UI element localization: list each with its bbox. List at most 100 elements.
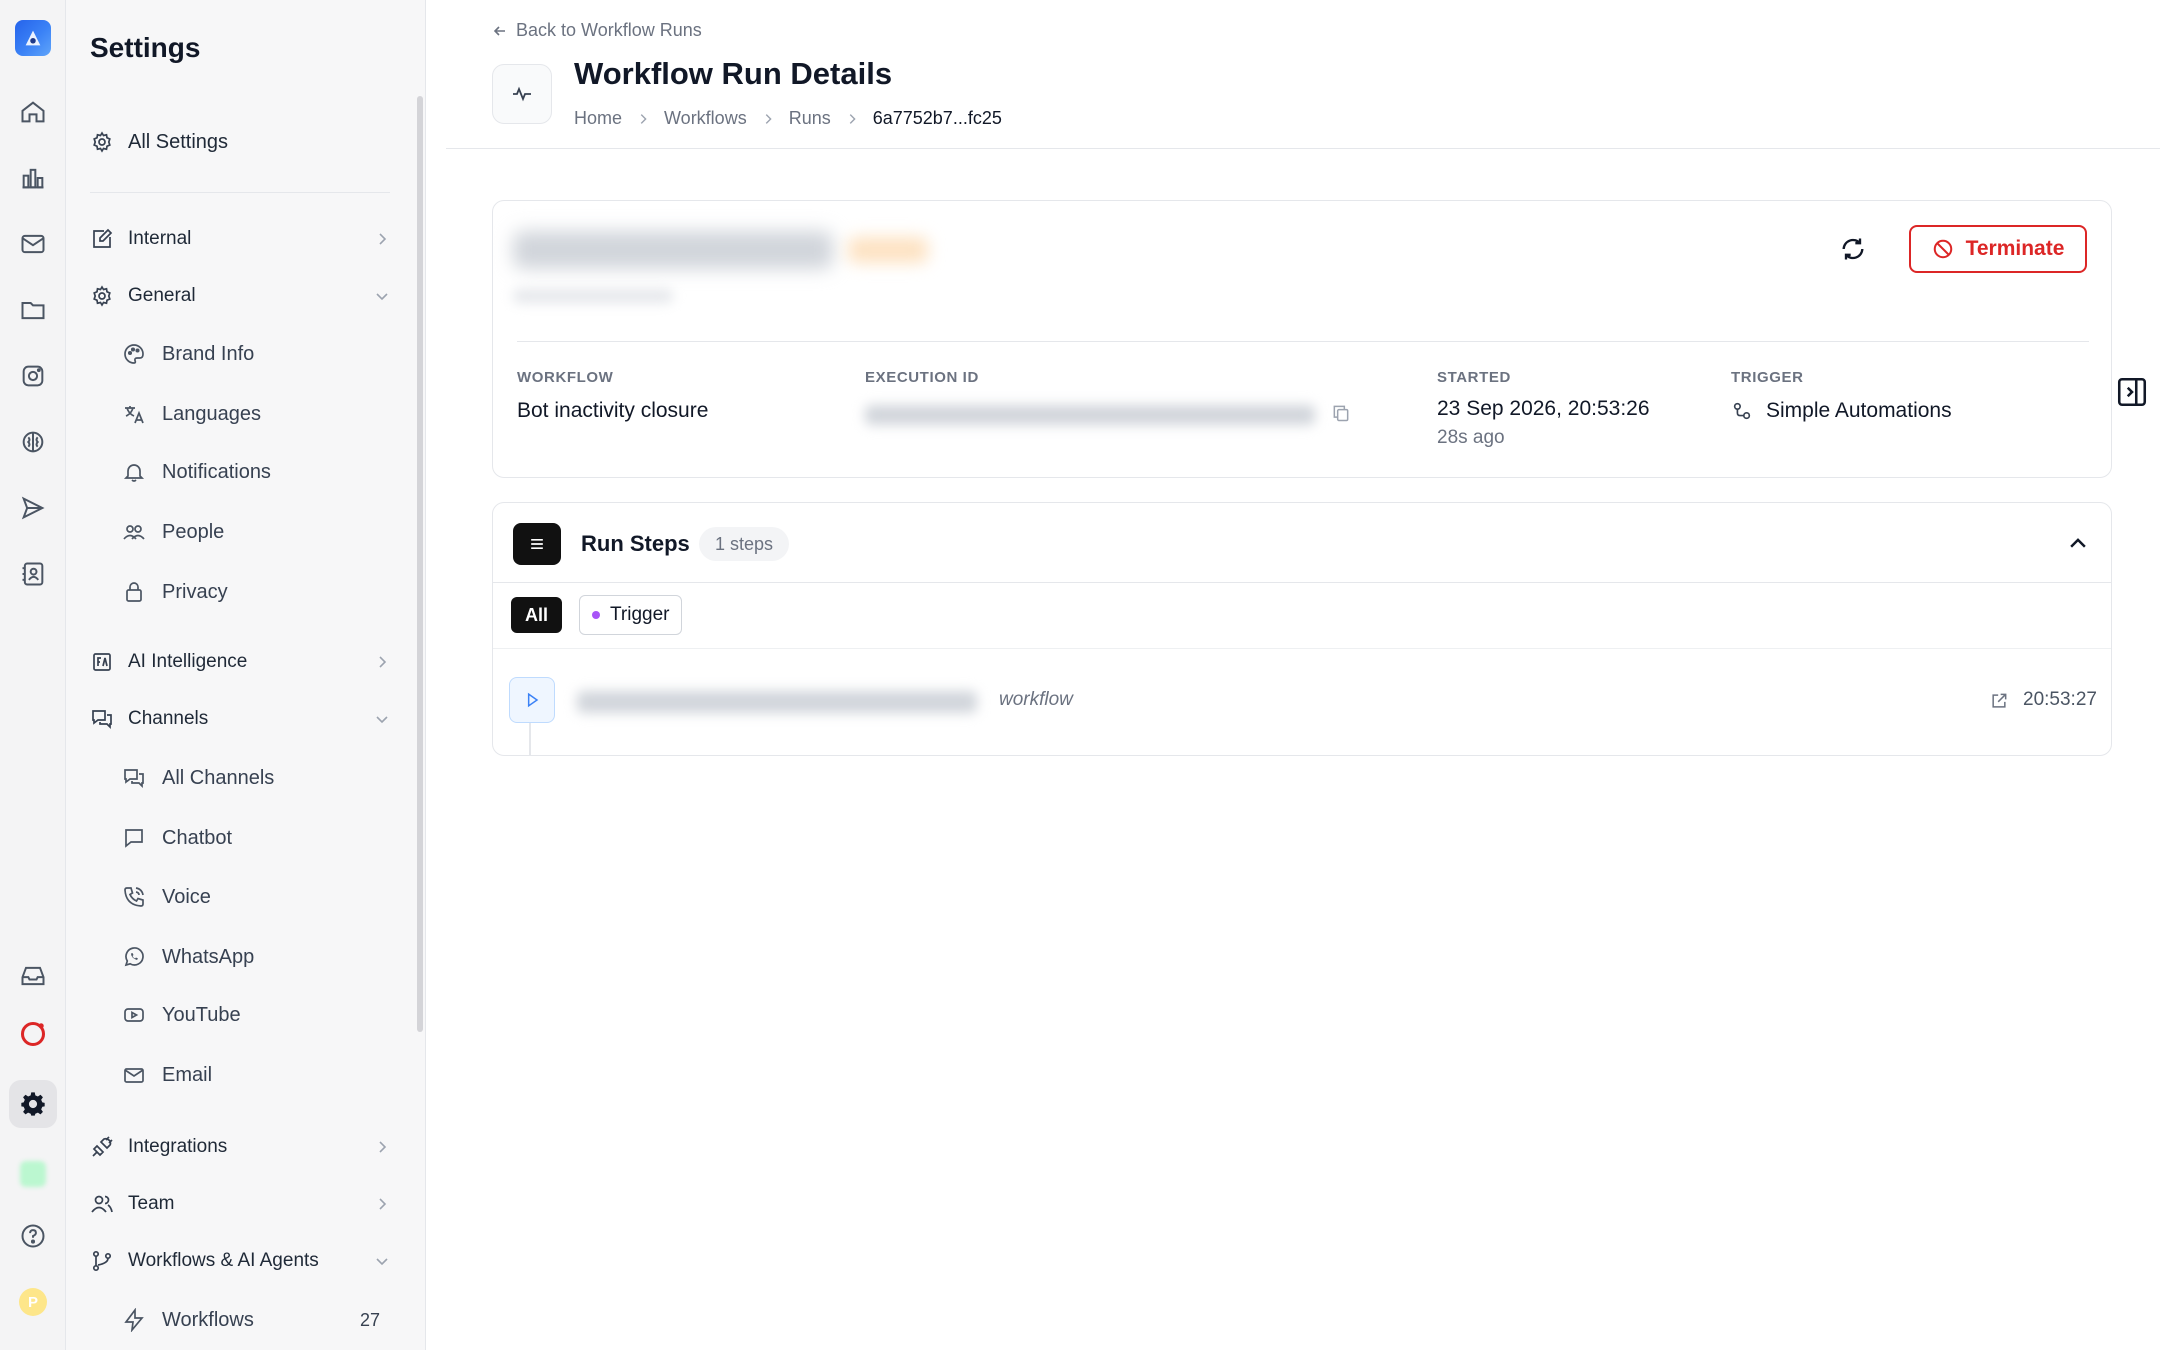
step-kind: workflow xyxy=(999,689,1073,710)
help-icon[interactable] xyxy=(9,1212,57,1260)
terminate-button[interactable]: Terminate xyxy=(1909,225,2087,273)
sidebar-item-notifications[interactable]: Notifications xyxy=(122,460,400,484)
chevron-right-icon xyxy=(374,231,390,247)
chevron-right-icon xyxy=(374,1196,390,1212)
translate-icon xyxy=(122,402,146,426)
tray-icon[interactable] xyxy=(9,952,57,1000)
bell-icon xyxy=(122,460,146,484)
timeline-connector xyxy=(529,723,531,755)
workflows-count-badge: 27 xyxy=(359,1309,380,1330)
brain-icon[interactable] xyxy=(9,418,57,466)
sidebar-item-all-channels[interactable]: All Channels xyxy=(122,766,400,790)
play-icon xyxy=(509,677,555,723)
sidebar-section-channels[interactable]: Channels xyxy=(90,707,400,731)
execution-id-redacted xyxy=(865,405,1315,425)
run-subtitle-redacted xyxy=(513,289,673,303)
sidebar-item-label: All Channels xyxy=(162,766,275,789)
sidebar-item-label: Languages xyxy=(162,402,261,425)
back-link-label: Back to Workflow Runs xyxy=(516,20,702,40)
breadcrumb: Home Workflows Runs 6a7752b7...fc25 xyxy=(574,108,1002,129)
step-filter-bar: All Trigger xyxy=(493,583,2111,649)
settings-gear-icon[interactable] xyxy=(9,1080,57,1128)
back-link[interactable]: Back to Workflow Runs xyxy=(492,20,702,41)
filter-chip-label: Trigger xyxy=(610,604,670,625)
contacts-icon[interactable] xyxy=(9,550,57,598)
step-name-redacted xyxy=(577,691,977,713)
sidebar-section-ai-intelligence[interactable]: AI Intelligence xyxy=(90,650,400,674)
workflow-value: Bot inactivity closure xyxy=(517,399,709,422)
page-title: Workflow Run Details xyxy=(574,56,893,91)
sidebar-section-workflows-ai-agents[interactable]: Workflows & AI Agents xyxy=(90,1249,400,1273)
user-avatar[interactable]: P xyxy=(9,1278,57,1326)
sidebar-item-privacy[interactable]: Privacy xyxy=(122,580,400,604)
sidebar-item-workflows[interactable]: Workflows 27 xyxy=(122,1308,400,1332)
run-steps-card: Run Steps 1 steps All Trigger workflow 2… xyxy=(492,502,2112,756)
refresh-icon xyxy=(1842,238,1864,260)
step-row[interactable]: workflow 20:53:27 xyxy=(493,649,2111,755)
terminate-button-label: Terminate xyxy=(1965,237,2065,260)
instagram-icon[interactable] xyxy=(9,352,57,400)
sidebar-section-label: Team xyxy=(128,1193,175,1214)
filter-chip-all[interactable]: All xyxy=(511,597,563,633)
sidebar-item-youtube[interactable]: YouTube xyxy=(122,1003,400,1027)
activity-icon xyxy=(492,64,552,124)
status-ring-icon[interactable] xyxy=(9,1010,57,1058)
trigger-label: TRIGGER xyxy=(1731,369,1804,386)
sidebar-section-label: General xyxy=(128,285,196,306)
analytics-icon[interactable] xyxy=(9,154,57,202)
run-status-badge-redacted xyxy=(848,237,928,263)
run-steps-header[interactable]: Run Steps 1 steps xyxy=(493,503,2111,583)
sidebar-item-all-settings[interactable]: All Settings xyxy=(90,130,400,154)
inbox-mail-icon[interactable] xyxy=(9,220,57,268)
sidebar-item-label: Privacy xyxy=(162,580,228,603)
sidebar-item-email[interactable]: Email xyxy=(122,1063,400,1087)
sidebar-divider xyxy=(90,192,390,193)
step-time: 20:53:27 xyxy=(2023,689,2097,710)
main-content: Back to Workflow Runs Workflow Run Detai… xyxy=(426,0,2160,1350)
copy-icon[interactable] xyxy=(1331,403,1351,423)
ai-chip-icon xyxy=(90,650,114,674)
meta-divider xyxy=(517,341,2089,342)
home-icon[interactable] xyxy=(9,88,57,136)
workspace-avatar[interactable] xyxy=(9,1150,57,1198)
trigger-dot xyxy=(592,611,600,619)
people-icon xyxy=(122,520,146,544)
sidebar-item-label: People xyxy=(162,520,225,543)
sidebar-section-internal[interactable]: Internal xyxy=(90,227,400,251)
breadcrumb-home[interactable]: Home xyxy=(574,108,622,129)
external-link-icon[interactable] xyxy=(1989,691,2009,711)
sidebar-item-label: All Settings xyxy=(128,130,229,153)
sidebar-section-integrations[interactable]: Integrations xyxy=(90,1135,400,1159)
palette-icon xyxy=(122,342,146,366)
refresh-button[interactable] xyxy=(1835,231,1871,267)
sidebar-section-label: AI Intelligence xyxy=(128,651,248,672)
sidebar-item-whatsapp[interactable]: WhatsApp xyxy=(122,945,400,969)
sidebar-item-languages[interactable]: Languages xyxy=(122,402,400,426)
sidebar-section-label: Channels xyxy=(128,708,209,729)
run-title-redacted xyxy=(513,231,833,269)
side-panel-toggle-icon[interactable] xyxy=(2115,375,2149,409)
breadcrumb-workflows[interactable]: Workflows xyxy=(664,108,747,129)
filter-chip-trigger[interactable]: Trigger xyxy=(579,595,683,635)
chat-bubbles-icon xyxy=(90,707,114,731)
settings-sidebar: Settings All Settings Internal General B… xyxy=(66,0,426,1350)
steps-count-badge: 1 steps xyxy=(699,527,790,561)
chevron-down-icon xyxy=(374,288,390,304)
sidebar-section-general[interactable]: General xyxy=(90,284,400,308)
chevron-up-icon[interactable] xyxy=(2067,533,2089,555)
app-logo[interactable] xyxy=(15,20,51,56)
sidebar-item-label: YouTube xyxy=(162,1003,241,1026)
list-icon xyxy=(513,523,561,565)
sidebar-item-chatbot[interactable]: Chatbot xyxy=(122,826,400,850)
sidebar-scrollbar[interactable] xyxy=(417,96,423,1032)
sidebar-item-label: Workflows xyxy=(162,1308,254,1331)
sidebar-section-team[interactable]: Team xyxy=(90,1192,400,1216)
sidebar-item-brand-info[interactable]: Brand Info xyxy=(122,342,400,366)
send-icon[interactable] xyxy=(9,484,57,532)
breadcrumb-runs[interactable]: Runs xyxy=(789,108,831,129)
run-steps-title: Run Steps xyxy=(581,531,690,556)
folder-icon[interactable] xyxy=(9,286,57,334)
sidebar-item-people[interactable]: People xyxy=(122,520,400,544)
trigger-value: Simple Automations xyxy=(1766,399,1952,422)
sidebar-item-voice[interactable]: Voice xyxy=(122,885,400,909)
